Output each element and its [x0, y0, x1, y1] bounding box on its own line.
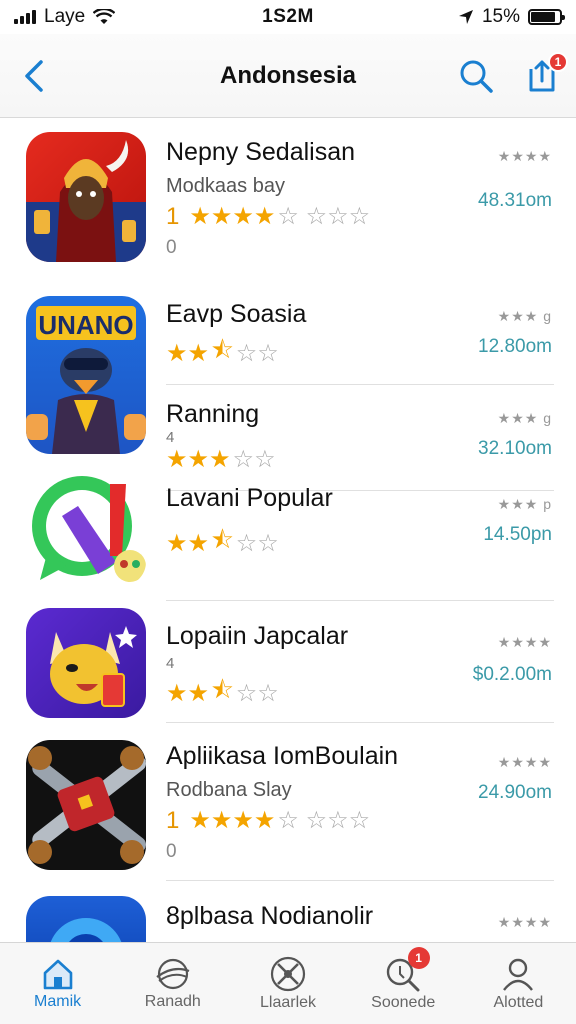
app-size: 48.31om [478, 190, 552, 211]
app-size: $0.2.00m [472, 664, 552, 685]
meta-stars: ★★★ p [497, 496, 552, 512]
meta-stars: ★★★ g [497, 410, 552, 426]
tab-label: Ranadh [144, 992, 201, 1010]
battery-icon [528, 9, 565, 25]
app-icon-blue-circle [26, 896, 146, 942]
tab-badge: 1 [407, 947, 430, 969]
app-list[interactable]: Nepny Sedalisan Modkaas bay 1 ★★★★ ☆ ☆☆☆ … [0, 118, 576, 942]
app-title: 8plbasa Nodianolir [166, 902, 374, 930]
app-size: 32.10om [478, 438, 552, 459]
review-count: 0 [166, 237, 177, 258]
tab-search[interactable]: Soonede 1 [346, 943, 461, 1024]
star-empty-icon: ☆☆ [235, 530, 279, 557]
star-icon: ★★★★ [189, 807, 276, 834]
review-count: 0 [166, 841, 177, 862]
tab-home[interactable]: Mamik [0, 943, 115, 1024]
battery-percent: 15% [481, 6, 520, 27]
search-icon [460, 60, 493, 93]
carrier-name: Laye [44, 6, 86, 27]
tab-label: Llaarlek [259, 993, 317, 1011]
tab-bar: Mamik Ranadh Llaarlek Soonede 1 Alotted [0, 942, 576, 1024]
tools-icon [270, 956, 306, 991]
person-icon [503, 958, 534, 991]
tab-tools[interactable]: Llaarlek [230, 943, 345, 1024]
list-item[interactable]: Lavani Popular ★★ ⯪ ☆☆ ★★★ p 14.50pn [0, 470, 576, 601]
star-empty-icon: ☆ ☆☆☆ [277, 203, 371, 230]
tab-person[interactable]: Alotted [461, 943, 576, 1024]
location-arrow-icon [458, 10, 473, 24]
rating-number: 4 [166, 429, 175, 446]
app-icon-whatsapp-like [26, 470, 146, 586]
list-item[interactable]: Nepny Sedalisan Modkaas bay 1 ★★★★ ☆ ☆☆☆ … [0, 132, 576, 282]
app-title: Apliikasa IomBoulain [166, 742, 399, 770]
navigation-bar: Andonsesia 1 [0, 34, 576, 118]
app-title: Ranning [166, 400, 260, 428]
star-empty-icon: ☆ ☆☆☆ [277, 807, 371, 834]
list-item[interactable]: UNANO Eavp Soasia ★★ ⯪ ☆☆ ★★★ g 12.80om [0, 296, 576, 454]
meta-stars: ★★★★ [497, 754, 552, 770]
app-size: 14.50pn [483, 524, 552, 545]
star-empty-icon: ☆☆ [235, 340, 279, 367]
wifi-icon [93, 9, 116, 24]
list-item[interactable]: Apliikasa IomBoulain Rodbana Slay 1 ★★★★… [0, 738, 576, 888]
tab-planet[interactable]: Ranadh [115, 943, 230, 1024]
app-icon-hammers [26, 740, 146, 870]
app-rating: 1 ★★★★ ☆ ☆☆☆ [166, 806, 554, 835]
star-icon: ★★ [166, 340, 210, 367]
search-button[interactable] [456, 56, 496, 96]
meta-stars: ★★★ g [497, 308, 552, 324]
home-icon [43, 959, 72, 989]
notification-badge: 1 [548, 51, 568, 72]
rating-number: 4 [166, 655, 175, 672]
svg-text:UNANO: UNANO [38, 310, 133, 340]
tab-label: Alotted [493, 993, 544, 1011]
rating-number: 1 [166, 806, 180, 834]
app-title: Eavp Soasia [166, 300, 307, 328]
star-half-icon: ⯪ [211, 527, 234, 554]
star-icon: ★★ [166, 680, 210, 707]
planet-icon [156, 958, 190, 989]
back-button[interactable] [14, 56, 54, 96]
app-size: 24.90om [478, 782, 552, 803]
app-icon-fox [26, 608, 146, 718]
status-bar: Laye 1S2M 15% [0, 0, 576, 34]
app-size: 12.80om [478, 336, 552, 357]
star-empty-icon: ☆☆ [235, 680, 279, 707]
tab-label: Soonede [371, 993, 436, 1011]
status-time: 1S2M [262, 6, 314, 27]
share-button[interactable]: 1 [522, 51, 568, 96]
meta-stars: ★★★★ [497, 148, 552, 164]
app-title: Lavani Popular [166, 484, 333, 512]
star-half-icon: ⯪ [211, 337, 234, 364]
star-half-icon: ⯪ [211, 677, 234, 704]
star-icon: ★★ [166, 530, 210, 557]
list-item[interactable]: 8plbasa Nodianolir ★★★★ [0, 896, 576, 942]
meta-stars: ★★★★ [497, 914, 552, 930]
tab-label: Mamik [34, 992, 82, 1010]
app-title: Nepny Sedalisan [166, 138, 356, 166]
app-icon-warrior [26, 132, 146, 262]
meta-stars: ★★★★ [497, 634, 552, 650]
chevron-left-icon [25, 59, 43, 92]
rating-number: 1 [166, 202, 180, 230]
list-item[interactable]: Lopaiin Japcalar 4 ★★ ⯪ ☆☆ ★★★★ $0.2.00m [0, 608, 576, 723]
star-icon: ★★★★ [189, 203, 276, 230]
app-title: Lopaiin Japcalar [166, 622, 349, 650]
signal-icon [14, 10, 36, 24]
